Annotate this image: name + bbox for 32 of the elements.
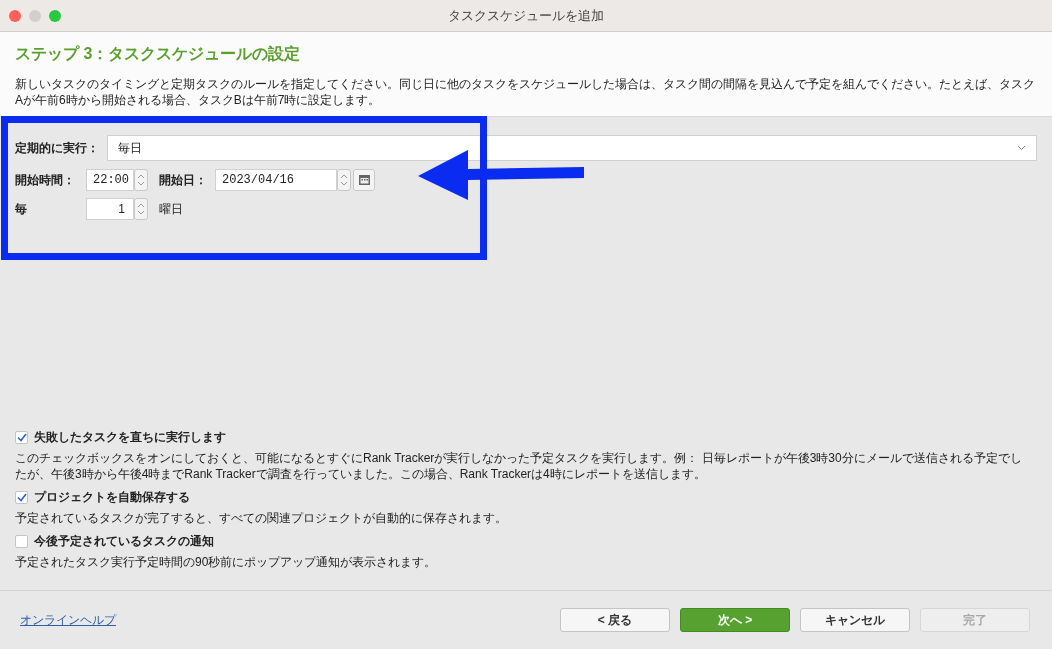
close-icon[interactable]: [9, 9, 21, 22]
option-label: 失敗したタスクを直ちに実行します: [34, 429, 226, 446]
option-description: 予定されているタスクが完了すると、すべての関連プロジェクトが自動的に保存されます。: [15, 510, 508, 526]
step-description: 新しいタスクのタイミングと定期タスクのルールを指定してください。同じ日に他のタスクをスケジュールした場合は、タスク間の間隔を見込んで予定を組んでください。たとえば、タスクAが午前6時から開始される場合、タスクBは午前7時に設定します。: [15, 76, 1036, 108]
date-input[interactable]: 2023/04/16: [215, 169, 337, 191]
repeat-dropdown[interactable]: 毎日: [107, 135, 1037, 161]
step-title: ステップ 3：タスクスケジュールの設定: [15, 44, 302, 64]
window-title: タスクスケジュールを追加: [448, 6, 604, 25]
unit-label: 曜日: [159, 201, 183, 218]
field-label: 開始日：: [159, 172, 208, 189]
field-label: 開始時間：: [15, 172, 76, 189]
option-label: 今後予定されているタスクの通知: [34, 533, 214, 550]
interval-input[interactable]: 1: [86, 198, 134, 220]
calendar-button[interactable]: [353, 169, 375, 191]
wizard-button[interactable]: < 戻る: [560, 608, 670, 632]
calendar-icon: [358, 175, 370, 185]
option-description: このチェックボックスをオンにしておくと、可能になるとすぐにRank Trackerが実行しなかった予定タスクを実行します。例： 日毎レポートが午後3時30分にメールで送信される予定でしたが、午後3時から午後4時までRank Trackerで調査を行っていました。この場合、Rank Trackerは4時にレポートを送信します。: [15, 450, 1023, 482]
option-description: 予定されたタスク実行予定時間の90秒前にポップアップ通知が表示されます。: [15, 554, 438, 570]
chevron-down-icon: [1017, 145, 1026, 151]
checkbox[interactable]: [15, 534, 28, 548]
field-label: 定期的に実行：: [15, 140, 99, 157]
checkbox[interactable]: [15, 490, 28, 504]
spinner-arrows[interactable]: [134, 169, 148, 191]
option-label: プロジェクトを自動保存する: [34, 489, 190, 506]
maximize-icon[interactable]: [49, 9, 61, 22]
time-input[interactable]: 22:00: [86, 169, 134, 191]
help-link[interactable]: オンラインヘルプ: [20, 611, 116, 629]
field-label: 毎: [15, 201, 28, 218]
checkbox[interactable]: [15, 430, 28, 444]
spinner-arrows[interactable]: [337, 169, 351, 191]
wizard-button[interactable]: キャンセル: [800, 608, 910, 632]
spinner-arrows[interactable]: [134, 198, 148, 220]
